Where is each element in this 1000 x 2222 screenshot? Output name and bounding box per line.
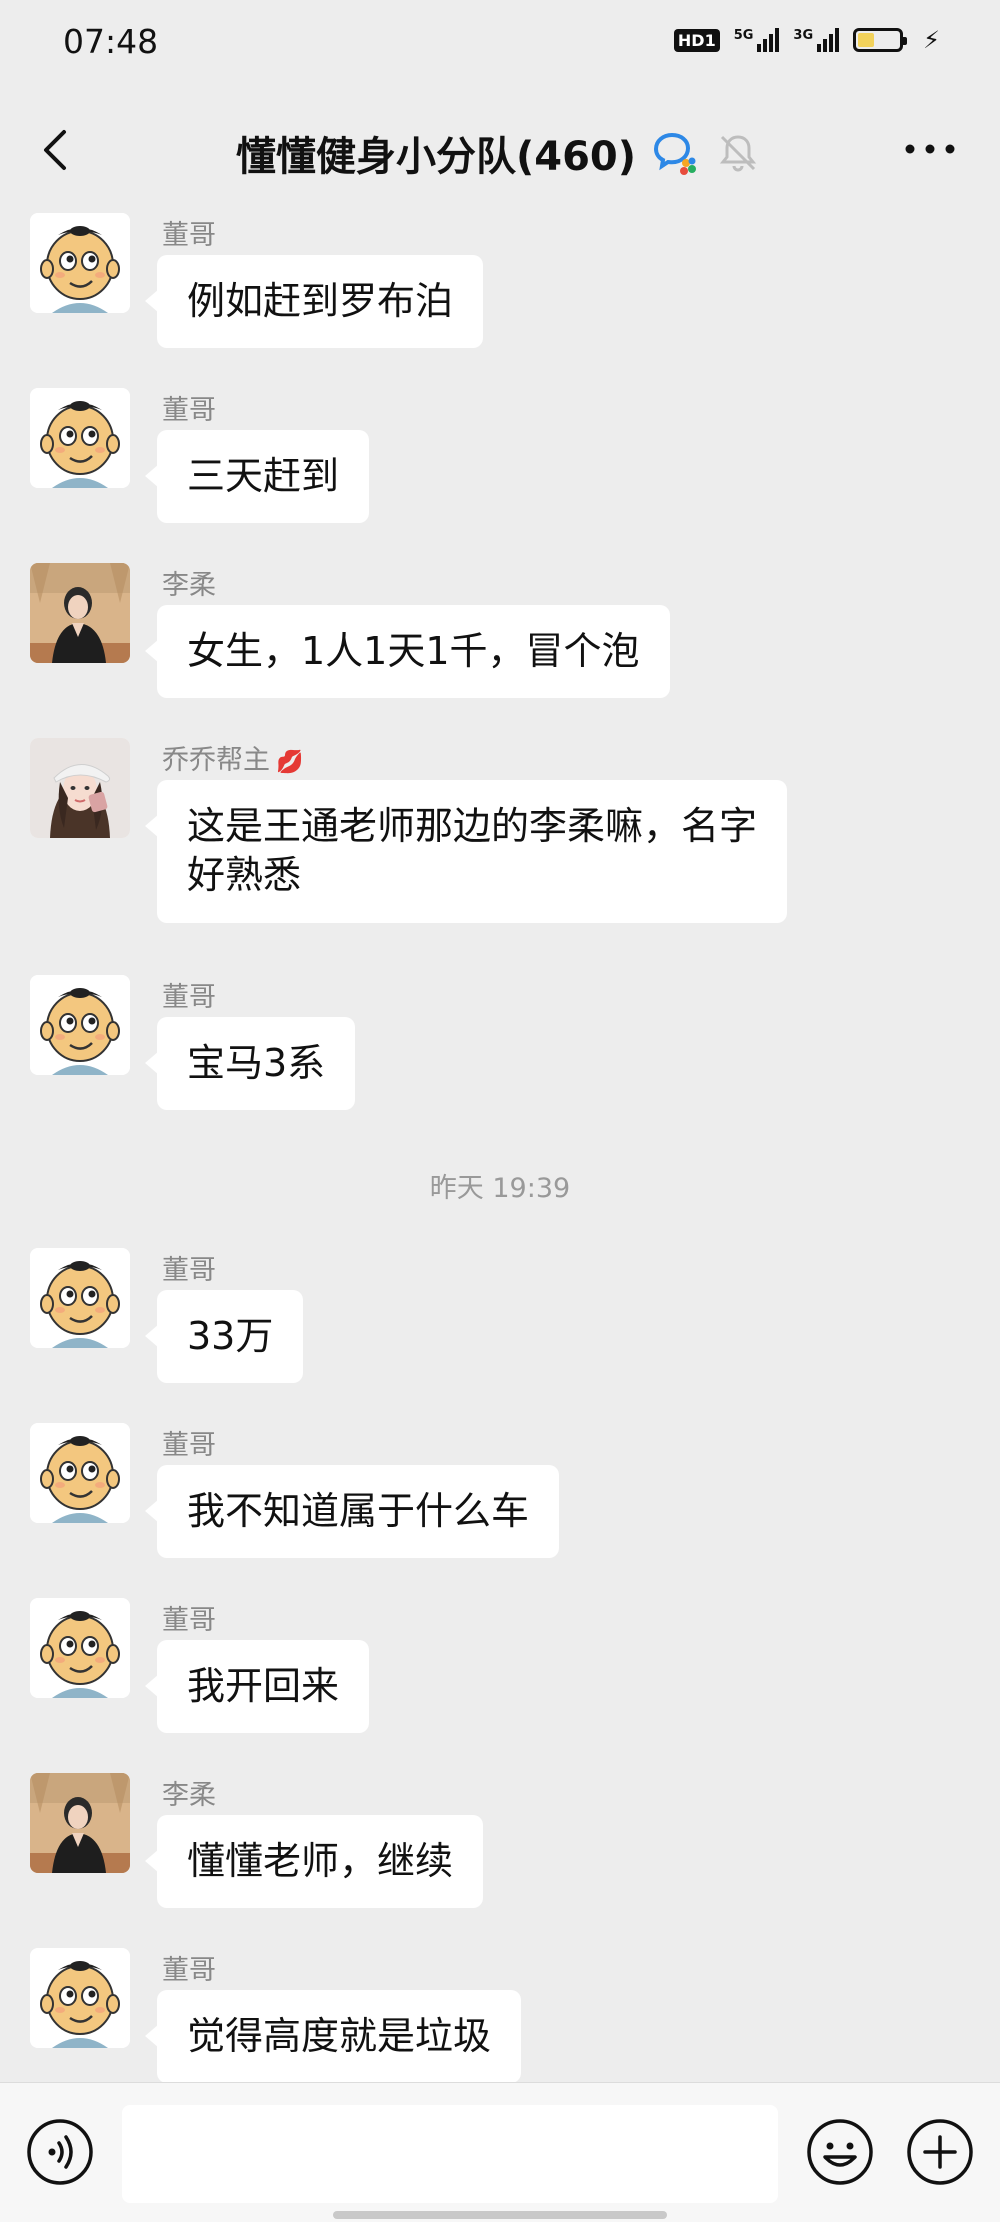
voice-input-icon[interactable]: [25, 2117, 95, 2187]
avatar[interactable]: [30, 388, 130, 488]
home-indicator[interactable]: [333, 2211, 667, 2219]
status-time: 07:48: [63, 22, 159, 61]
lips-icon: 💋: [276, 750, 304, 775]
more-options-icon[interactable]: [900, 134, 960, 164]
message-bubble[interactable]: 这是王通老师那边的李柔嘛，名字好熟悉: [145, 780, 787, 923]
message-bubble[interactable]: 我不知道属于什么车: [144, 1465, 560, 1559]
avatar[interactable]: [30, 1423, 130, 1523]
signal-5g-icon: 5G: [734, 28, 780, 52]
chat-title[interactable]: 懂懂健身小分队(460): [236, 124, 636, 182]
chat-screen: 07:48 HD1 5G 3G ⚡ 懂懂健身小分队(460) 董哥 例如赶到罗布…: [0, 0, 1000, 2222]
message-bubble[interactable]: 例如赶到罗布泊: [144, 255, 484, 349]
battery-icon: [853, 28, 908, 52]
message-input[interactable]: [122, 2105, 778, 2203]
message-bubble[interactable]: 三天赶到: [144, 430, 370, 524]
sender-name: 董哥: [162, 220, 216, 251]
avatar[interactable]: [30, 1598, 130, 1698]
sender-name: 乔乔帮主 💋: [162, 745, 304, 776]
message-bubble[interactable]: 33万: [144, 1290, 304, 1384]
message-bubble[interactable]: 宝马3系: [144, 1017, 356, 1111]
time-separator: 昨天 19:39: [429, 1173, 571, 1204]
input-bar: [0, 2082, 1000, 2222]
avatar[interactable]: [30, 738, 130, 838]
avatar[interactable]: [30, 1248, 130, 1348]
signal-3g-icon: 3G: [793, 28, 840, 52]
status-icons: HD1 5G 3G ⚡: [673, 26, 940, 54]
message-bubble[interactable]: 我开回来: [144, 1640, 370, 1734]
avatar[interactable]: [30, 563, 130, 663]
add-more-icon[interactable]: [905, 2117, 975, 2187]
message-bubble[interactable]: 觉得高度就是垃圾: [144, 1990, 522, 2084]
avatar[interactable]: [30, 213, 130, 313]
nav-title-group: 懂懂健身小分队(460): [0, 124, 1000, 182]
sender-name: 董哥: [162, 982, 216, 1013]
sender-name: 李柔: [162, 570, 216, 601]
avatar[interactable]: [30, 1773, 130, 1873]
sender-name: 董哥: [162, 395, 216, 426]
avatar[interactable]: [30, 1948, 130, 2048]
nav-bar: 懂懂健身小分队(460): [0, 100, 1000, 200]
sender-name: 董哥: [162, 1955, 216, 1986]
sender-name: 董哥: [162, 1605, 216, 1636]
status-bar: 07:48 HD1 5G 3G ⚡: [0, 0, 1000, 88]
wecom-icon: [654, 132, 697, 175]
avatar[interactable]: [30, 975, 130, 1075]
message-bubble[interactable]: 懂懂老师，继续: [144, 1815, 484, 1909]
mute-bell-icon: [719, 135, 757, 172]
message-bubble[interactable]: 女生，1人1天1千，冒个泡: [145, 605, 670, 699]
sender-name: 董哥: [162, 1430, 216, 1461]
emoji-icon[interactable]: [805, 2117, 875, 2187]
hd-icon: HD1: [673, 28, 720, 52]
sender-name: 李柔: [162, 1780, 216, 1811]
sender-name: 董哥: [162, 1255, 216, 1286]
charging-icon: ⚡: [923, 26, 940, 54]
battery-level: [858, 33, 875, 47]
